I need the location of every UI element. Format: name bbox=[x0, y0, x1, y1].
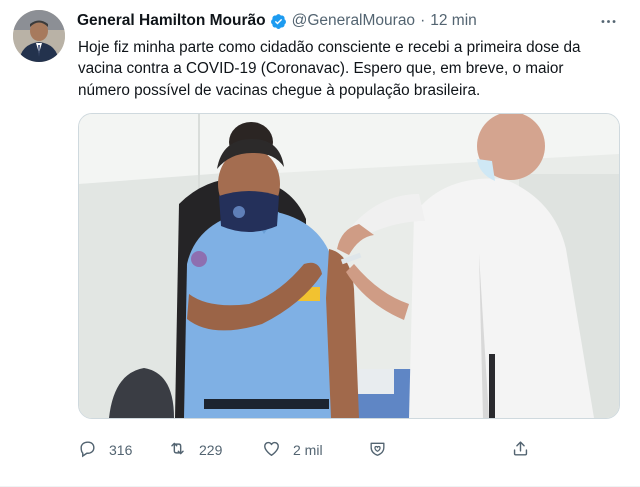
like-icon bbox=[262, 439, 281, 461]
tweet-media-photo[interactable] bbox=[78, 113, 620, 419]
verified-badge-icon bbox=[270, 13, 287, 30]
heart-shield-button[interactable] bbox=[368, 438, 387, 462]
reply-icon bbox=[78, 439, 97, 461]
display-name[interactable]: General Hamilton Mourão bbox=[77, 12, 266, 30]
like-button[interactable]: 2 mil bbox=[262, 438, 323, 462]
tweet-header: General Hamilton Mourão @GeneralMourao ·… bbox=[77, 11, 620, 31]
handle[interactable]: @GeneralMourao bbox=[292, 12, 415, 30]
avatar[interactable] bbox=[13, 10, 65, 62]
like-count: 2 mil bbox=[293, 442, 323, 458]
timestamp[interactable]: 12 min bbox=[430, 12, 477, 30]
more-icon[interactable] bbox=[596, 11, 620, 31]
separator-dot: · bbox=[420, 12, 426, 29]
vaccination-photo bbox=[79, 114, 619, 418]
retweet-icon bbox=[168, 439, 187, 461]
tweet-actions: 316 229 2 mil bbox=[78, 438, 538, 462]
share-button[interactable] bbox=[511, 438, 530, 462]
reply-count: 316 bbox=[109, 442, 133, 458]
tweet-card[interactable]: General Hamilton Mourão @GeneralMourao ·… bbox=[0, 0, 640, 487]
share-icon bbox=[511, 439, 530, 461]
tweet-text: Hoje fiz minha parte como cidadão consci… bbox=[78, 39, 581, 99]
reply-button[interactable]: 316 bbox=[78, 438, 132, 462]
retweet-button[interactable]: 229 bbox=[168, 438, 222, 462]
retweet-count: 229 bbox=[199, 442, 223, 458]
heart-shield-icon bbox=[368, 439, 387, 461]
